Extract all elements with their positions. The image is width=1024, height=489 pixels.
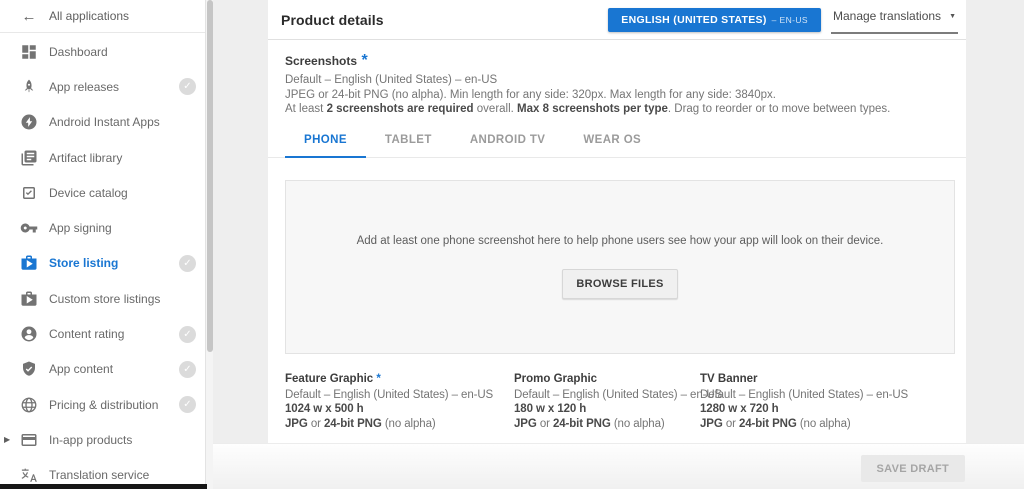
rocket-icon [20, 78, 38, 96]
screenshots-rule-line: At least 2 screenshots are required over… [285, 102, 955, 117]
tab-wear-os[interactable]: WEAR OS [564, 134, 660, 158]
dashboard-icon [20, 43, 38, 61]
sidebar-scrollbar-thumb[interactable] [207, 0, 213, 352]
graphic-size: 1280 w x 720 h [700, 402, 908, 417]
sidebar-item-device-catalog[interactable]: Device catalog [0, 175, 205, 210]
page-title: Product details [281, 12, 384, 28]
sidebar-item-label: Translation service [49, 468, 149, 482]
graphic-title-row: TV Banner [700, 373, 908, 385]
browse-files-button[interactable]: BROWSE FILES [562, 269, 677, 299]
translate-icon [20, 466, 38, 484]
feature-graphic-info: Feature Graphic * Default – English (Uni… [285, 373, 514, 432]
sidebar-item-label: App releases [49, 80, 119, 94]
language-code: – EN-US [772, 15, 808, 25]
graphic-locale: Default – English (United States) – en-U… [285, 388, 514, 403]
sidebar-item-app-releases[interactable]: App releases ✓ [0, 69, 205, 104]
screenshot-type-tabs: PHONE TABLET ANDROID TV WEAR OS [268, 134, 966, 158]
sidebar-item-label: Dashboard [49, 45, 108, 59]
sidebar-item-android-instant-apps[interactable]: Android Instant Apps [0, 105, 205, 140]
graphic-size: 180 w x 120 h [514, 402, 700, 417]
play-console-store-listing-screen: ← All applications Dashboard App release… [0, 0, 1024, 489]
graphic-title-row: Feature Graphic * [285, 373, 514, 385]
sidebar-item-label: Pricing & distribution [49, 398, 158, 412]
product-details-card: Product details ENGLISH (UNITED STATES) … [268, 0, 966, 443]
library-icon [20, 149, 38, 167]
sidebar-item-in-app-products[interactable]: ▶ In-app products [0, 422, 205, 457]
sidebar-item-pricing-distribution[interactable]: Pricing & distribution ✓ [0, 387, 205, 422]
sidebar-item-label: All applications [49, 9, 129, 23]
check-circle-icon: ✓ [179, 326, 196, 343]
sidebar-item-label: Android Instant Apps [49, 115, 160, 129]
check-circle-icon: ✓ [179, 78, 196, 95]
language-label: ENGLISH (UNITED STATES) [621, 14, 766, 26]
dropzone-hint: Add at least one phone screenshot here t… [357, 235, 884, 247]
sidebar: ← All applications Dashboard App release… [0, 0, 205, 489]
chevron-down-icon: ▼ [949, 13, 956, 20]
key-icon [20, 219, 38, 237]
sidebar-item-label: Content rating [49, 327, 124, 341]
sidebar-nav: Dashboard App releases ✓ Android Instant… [0, 34, 205, 489]
sidebar-item-label: In-app products [49, 433, 132, 447]
sidebar-item-app-signing[interactable]: App signing [0, 210, 205, 245]
manage-translations-label: Manage translations [833, 9, 941, 23]
graphic-format: JPG or 24-bit PNG (no alpha) [514, 417, 700, 432]
wallet-icon [20, 431, 38, 449]
sidebar-scrollbar-track[interactable] [205, 0, 213, 489]
sidebar-item-label: Device catalog [49, 186, 128, 200]
screenshots-title: Screenshots [285, 54, 357, 68]
store-bag-icon [20, 254, 38, 272]
promo-graphic-info: Promo Graphic Default – English (United … [514, 373, 700, 432]
graphic-locale: Default – English (United States) – en-U… [514, 388, 700, 403]
check-circle-icon: ✓ [179, 396, 196, 413]
sidebar-item-dashboard[interactable]: Dashboard [0, 34, 205, 69]
tab-android-tv[interactable]: ANDROID TV [451, 134, 565, 158]
save-draft-button[interactable]: SAVE DRAFT [861, 455, 965, 482]
required-marker: * [361, 52, 367, 69]
sidebar-item-artifact-library[interactable]: Artifact library [0, 140, 205, 175]
sidebar-item-label: Artifact library [49, 151, 122, 165]
required-marker: * [376, 373, 380, 385]
shield-check-icon [20, 360, 38, 378]
bottom-action-bar: SAVE DRAFT [213, 443, 1024, 489]
sidebar-item-custom-store-listings[interactable]: Custom store listings [0, 281, 205, 316]
arrow-left-icon: ← [20, 8, 38, 25]
globe-icon [20, 396, 38, 414]
screenshots-title-row: Screenshots * [285, 52, 955, 70]
store-bag-icon [20, 290, 38, 308]
check-circle-icon: ✓ [179, 361, 196, 378]
sidebar-item-label: App content [49, 362, 113, 376]
sidebar-item-label: Custom store listings [49, 292, 160, 306]
person-circle-icon [20, 325, 38, 343]
screenshots-locale: Default – English (United States) – en-U… [285, 73, 955, 88]
chevron-right-icon[interactable]: ▶ [4, 435, 10, 444]
sidebar-item-app-content[interactable]: App content ✓ [0, 352, 205, 387]
sidebar-item-label: App signing [49, 221, 112, 235]
language-button[interactable]: ENGLISH (UNITED STATES) – EN-US [608, 8, 821, 32]
sidebar-item-store-listing[interactable]: Store listing ✓ [0, 246, 205, 281]
card-header: Product details ENGLISH (UNITED STATES) … [268, 0, 966, 40]
graphic-title-row: Promo Graphic [514, 373, 700, 385]
screenshots-format-line: JPEG or 24-bit PNG (no alpha). Min lengt… [285, 88, 955, 103]
graphic-locale: Default – English (United States) – en-U… [700, 388, 908, 403]
manage-translations-dropdown[interactable]: Manage translations ▼ [831, 5, 958, 34]
sidebar-item-all-applications[interactable]: ← All applications [0, 0, 205, 33]
graphic-format: JPG or 24-bit PNG (no alpha) [285, 417, 514, 432]
window-edge-strip [0, 484, 207, 489]
sidebar-item-content-rating[interactable]: Content rating ✓ [0, 316, 205, 351]
tab-tablet[interactable]: TABLET [366, 134, 451, 158]
device-check-icon [20, 184, 38, 202]
graphics-requirements-row: Feature Graphic * Default – English (Uni… [268, 373, 966, 432]
screenshot-dropzone[interactable]: Add at least one phone screenshot here t… [285, 180, 955, 354]
lightning-circle-icon [20, 113, 38, 131]
sidebar-item-label: Store listing [49, 256, 118, 270]
graphic-format: JPG or 24-bit PNG (no alpha) [700, 417, 908, 432]
graphic-size: 1024 w x 500 h [285, 402, 514, 417]
screenshots-section: Screenshots * Default – English (United … [268, 40, 966, 117]
tv-banner-info: TV Banner Default – English (United Stat… [700, 373, 908, 432]
tab-phone[interactable]: PHONE [285, 134, 366, 158]
check-circle-icon: ✓ [179, 255, 196, 272]
